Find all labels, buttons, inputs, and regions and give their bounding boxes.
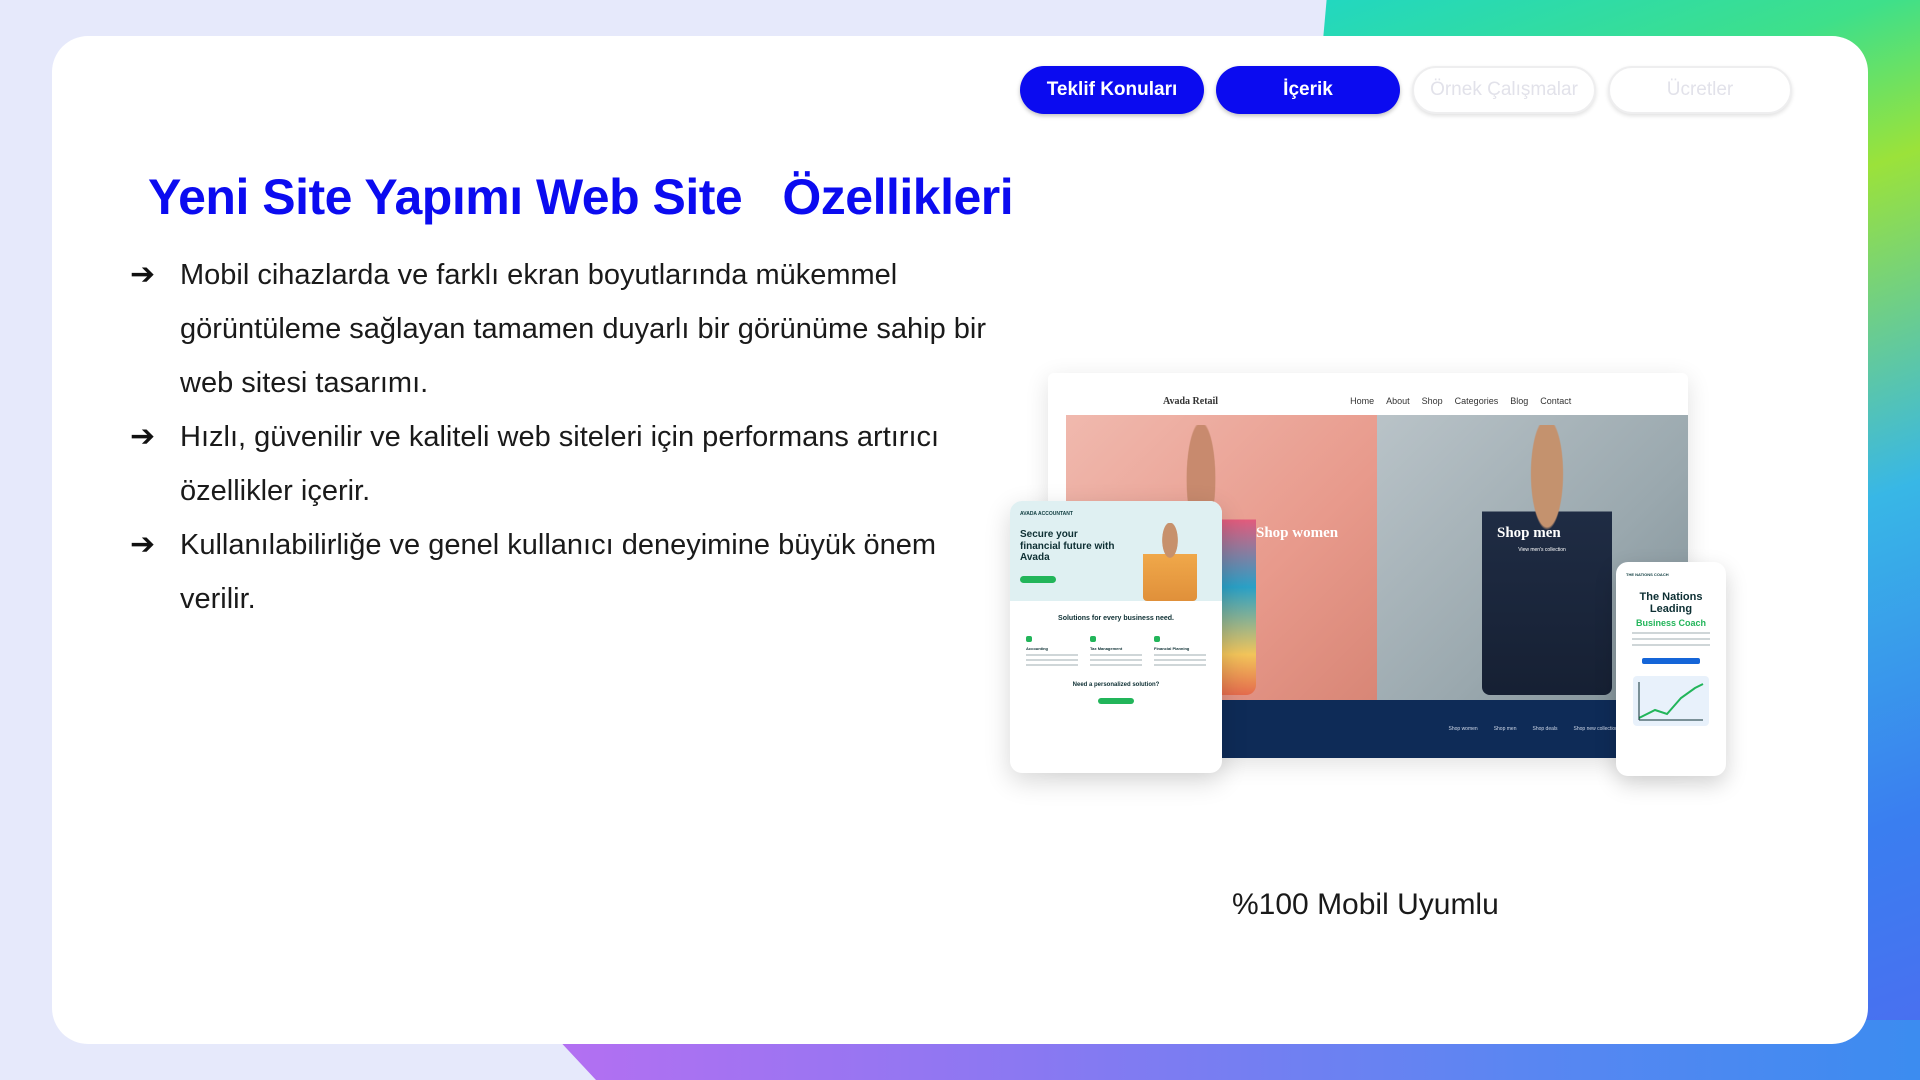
arrow-right-icon: ➔ xyxy=(130,528,156,561)
arrow-right-icon: ➔ xyxy=(130,420,156,453)
list-item: ➔ Mobil cihazlarda ve farklı ekran boyut… xyxy=(130,248,990,410)
nav-ornek-calismalar-button[interactable]: Örnek Çalışmalar xyxy=(1412,66,1596,114)
feature-list: ➔ Mobil cihazlarda ve farklı ekran boyut… xyxy=(130,248,990,626)
footer-link: Shop new collection xyxy=(1573,726,1618,732)
footer-link: Shop women xyxy=(1448,726,1478,732)
tablet-mockup: AVADA ACCOUNTANT Secure your financial f… xyxy=(1010,501,1222,773)
desktop-nav-item: Blog xyxy=(1510,396,1529,406)
tablet-logo: AVADA ACCOUNTANT xyxy=(1020,511,1073,517)
list-item: ➔ Hızlı, güvenilir ve kaliteli web sitel… xyxy=(130,410,990,518)
footer-link: Shop deals xyxy=(1532,726,1558,732)
footer-link: Shop men xyxy=(1493,726,1517,732)
phone-logo: THE NATIONS COACH xyxy=(1626,572,1669,577)
tablet-column: Accounting xyxy=(1026,636,1078,666)
responsive-mockup-image: Avada Retail Home About Shop Categories … xyxy=(1010,368,1730,788)
man-photo xyxy=(1482,425,1612,695)
tablet-column: Financial Planning xyxy=(1154,636,1206,666)
desktop-nav-item: Categories xyxy=(1454,396,1499,406)
page-title: Yeni Site Yapımı Web Site Özellikleri xyxy=(148,169,1014,225)
tablet-column: Tax Management xyxy=(1090,636,1142,666)
list-item-text: Hızlı, güvenilir ve kaliteli web siteler… xyxy=(180,421,940,507)
desktop-nav-item: Contact xyxy=(1540,396,1572,406)
top-nav: Teklif Konuları İçerik Örnek Çalışmalar … xyxy=(1020,66,1792,114)
nav-icerik-button[interactable]: İçerik xyxy=(1216,66,1400,114)
nav-teklif-konulari-button[interactable]: Teklif Konuları xyxy=(1020,66,1204,114)
tablet-section-title: Solutions for every business need. xyxy=(1058,615,1174,622)
tablet-need-title: Need a personalized solution? xyxy=(1072,682,1160,688)
phone-cta xyxy=(1642,658,1700,665)
desktop-nav-item: Home xyxy=(1350,396,1375,406)
desktop-nav-item: Shop xyxy=(1421,396,1443,406)
tablet-headline: Secure your financial future with Avada xyxy=(1020,529,1115,563)
phone-mockup: THE NATIONS COACH The Nations Leading Bu… xyxy=(1616,562,1726,776)
desktop-top-strip xyxy=(1048,373,1688,387)
tablet-columns: Accounting Tax Management Financial Plan… xyxy=(1010,636,1222,666)
list-item-text: Mobil cihazlarda ve farklı ekran boyutla… xyxy=(180,259,986,399)
arrow-right-icon: ➔ xyxy=(130,258,156,291)
phone-accent-title: Business Coach xyxy=(1635,618,1707,629)
hero-men-label: Shop men xyxy=(1497,525,1561,541)
column-icon xyxy=(1026,636,1032,642)
column-title: Tax Management xyxy=(1090,646,1123,651)
desktop-nav-item: About xyxy=(1386,396,1410,406)
growth-chart-icon xyxy=(1633,676,1709,727)
list-item: ➔ Kullanılabilirliğe ve genel kullanıcı … xyxy=(130,518,990,626)
mobile-compatible-caption: %100 Mobil Uyumlu xyxy=(1232,888,1499,921)
tablet-cta xyxy=(1020,575,1056,583)
hero-women-label: Shop women xyxy=(1256,525,1339,541)
tablet-hero: AVADA ACCOUNTANT Secure your financial f… xyxy=(1010,501,1222,601)
column-title: Financial Planning xyxy=(1154,646,1190,651)
tablet-person-photo xyxy=(1143,523,1197,601)
column-title: Accounting xyxy=(1026,646,1048,651)
hero-men-link: View men's collection xyxy=(1518,547,1566,553)
desktop-brand: Avada Retail xyxy=(1163,395,1219,407)
list-item-text: Kullanılabilirliğe ve genel kullanıcı de… xyxy=(180,529,937,615)
phone-title: The Nations Leading xyxy=(1639,591,1703,616)
column-icon xyxy=(1154,636,1160,642)
tablet-contact-cta xyxy=(1098,698,1134,704)
nav-ucretler-button[interactable]: Ücretler xyxy=(1608,66,1792,114)
desktop-navbar: Avada Retail Home About Shop Categories … xyxy=(1048,387,1688,415)
column-icon xyxy=(1090,636,1096,642)
